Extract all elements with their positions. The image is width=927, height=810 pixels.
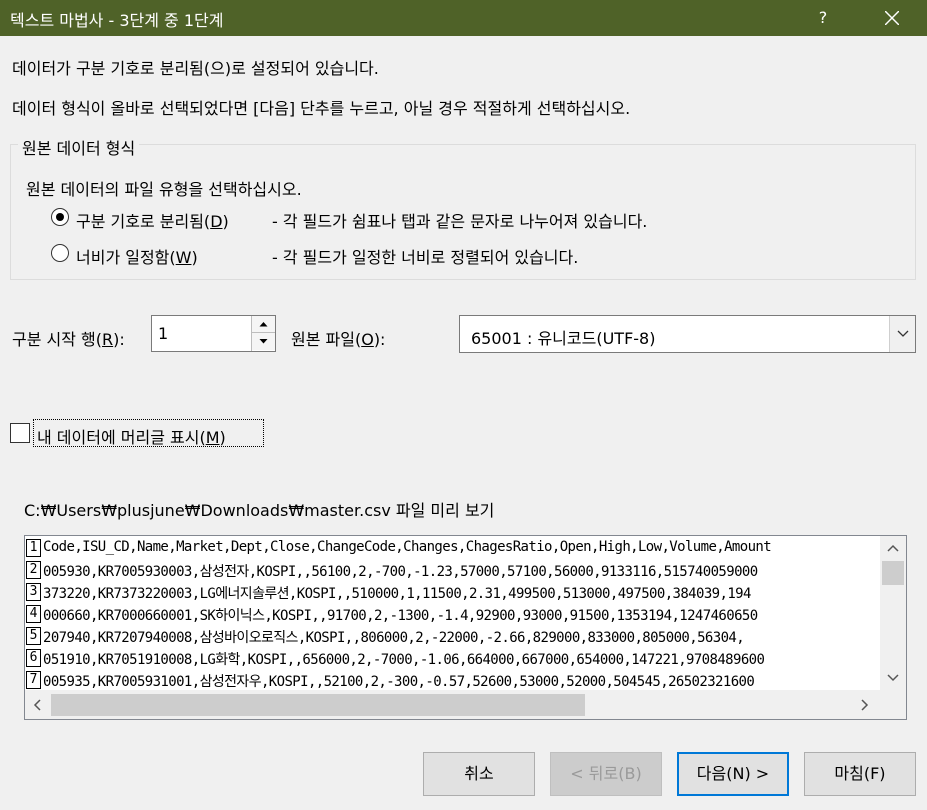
line-content: 051910,KR7051910008,LG화학,KOSPI,,656000,2… [43,652,765,668]
help-button[interactable]: ? [806,0,840,36]
next-button[interactable]: 다음(N) > [677,752,789,796]
line-content: 005930,KR7005930003,삼성전자,KOSPI,,56100,2,… [43,564,758,580]
line-content: 373220,KR7373220003,LG에너지솔루션,KOSPI,,5100… [43,586,751,602]
scroll-down-icon[interactable] [886,670,900,684]
horizontal-scroll-thumb[interactable] [51,694,585,716]
scroll-right-icon[interactable] [857,698,871,712]
stepper-down-button[interactable] [252,333,275,350]
radio-delimited-circle[interactable] [51,208,69,226]
preview-line: 7 005935,KR7005931001,삼성전자우,KOSPI,,52100… [25,668,880,690]
title-bar: 텍스트 마법사 - 3단계 중 1단계 ? [0,0,927,36]
intro-line-2: 데이터 형식이 올바로 선택되었다면 [다음] 단추를 누르고, 아닐 경우 적… [12,99,631,118]
radio-fixed-width-circle[interactable] [51,244,69,262]
line-number: 1 [26,539,41,557]
start-row-arrows [251,316,275,351]
radio-fixed-width-description: - 각 필드가 일정한 너비로 정렬되어 있습니다. [272,248,579,267]
headers-checkbox-label[interactable]: 내 데이터에 머리글 표시(M) [37,424,226,448]
intro-line-1: 데이터가 구분 기호로 분리됨(으)로 설정되어 있습니다. [12,59,379,78]
preview-line: 4 000660,KR7000660001,SK하이닉스,KOSPI,,9170… [25,602,880,624]
chevron-down-icon [897,330,909,337]
line-number: 4 [26,605,41,623]
file-origin-label: 원본 파일(O): [291,330,386,349]
preview-vertical-scrollbar[interactable] [880,536,906,690]
line-number: 6 [26,649,41,667]
close-button[interactable] [866,0,918,36]
preview-label: C:₩Users₩plusjune₩Downloads₩master.csv 파… [24,501,495,520]
window-title: 텍스트 마법사 - 3단계 중 1단계 [10,11,224,30]
start-row-stepper[interactable]: 1 [151,315,276,352]
close-icon [885,11,899,25]
headers-checkbox[interactable] [10,423,30,443]
preview-line: 3 373220,KR7373220003,LG에너지솔루션,KOSPI,,51… [25,580,880,602]
scroll-up-icon[interactable] [886,542,900,556]
line-content: 005935,KR7005931001,삼성전자우,KOSPI,,52100,2… [43,674,755,690]
radio-delimited-label[interactable]: 구분 기호로 분리됨(D) [76,208,229,232]
scrollbar-corner [880,690,906,719]
file-origin-select[interactable]: 65001 : 유니코드(UTF-8) [459,315,916,353]
scroll-left-icon[interactable] [31,698,45,712]
stepper-up-button[interactable] [252,316,275,333]
start-row-label: 구분 시작 행(R): [12,330,125,349]
preview-lines: 1 Code,ISU_CD,Name,Market,Dept,Close,Cha… [25,536,880,690]
finish-button[interactable]: 마침(F) [804,752,916,796]
radio-fixed-width-label[interactable]: 너비가 일정함(W) [76,244,198,268]
start-row-value[interactable]: 1 [158,324,168,343]
source-format-group-label: 원본 데이터 형식 [18,135,140,159]
triangle-up-icon [259,322,268,327]
preview-line: 2 005930,KR7005930003,삼성전자,KOSPI,,56100,… [25,558,880,580]
vertical-scroll-thumb[interactable] [882,561,904,585]
file-origin-value[interactable]: 65001 : 유니코드(UTF-8) [471,325,655,349]
file-origin-dropdown-button[interactable] [889,316,915,352]
source-format-prompt: 원본 데이터의 파일 유형을 선택하십시오. [26,180,302,199]
back-button[interactable]: < 뒤로(B) [550,752,662,796]
line-content: Code,ISU_CD,Name,Market,Dept,Close,Chang… [43,539,772,555]
radio-delimited-description: - 각 필드가 쉼표나 탭과 같은 문자로 나누어져 있습니다. [272,212,648,231]
line-content: 000660,KR7000660001,SK하이닉스,KOSPI,,91700,… [43,608,758,624]
file-preview[interactable]: 1 Code,ISU_CD,Name,Market,Dept,Close,Cha… [24,535,907,720]
line-content: 207940,KR7207940008,삼성바이오로직스,KOSPI,,8060… [43,630,745,646]
preview-line: 5 207940,KR7207940008,삼성바이오로직스,KOSPI,,80… [25,624,880,646]
cancel-button[interactable]: 취소 [423,752,535,796]
preview-line: 1 Code,ISU_CD,Name,Market,Dept,Close,Cha… [25,536,880,558]
line-number: 5 [26,627,41,645]
line-number: 7 [26,671,41,689]
triangle-down-icon [259,339,268,344]
preview-horizontal-scrollbar[interactable] [25,690,880,719]
line-number: 2 [26,561,41,579]
preview-line: 6 051910,KR7051910008,LG화학,KOSPI,,656000… [25,646,880,668]
line-number: 3 [26,583,41,601]
